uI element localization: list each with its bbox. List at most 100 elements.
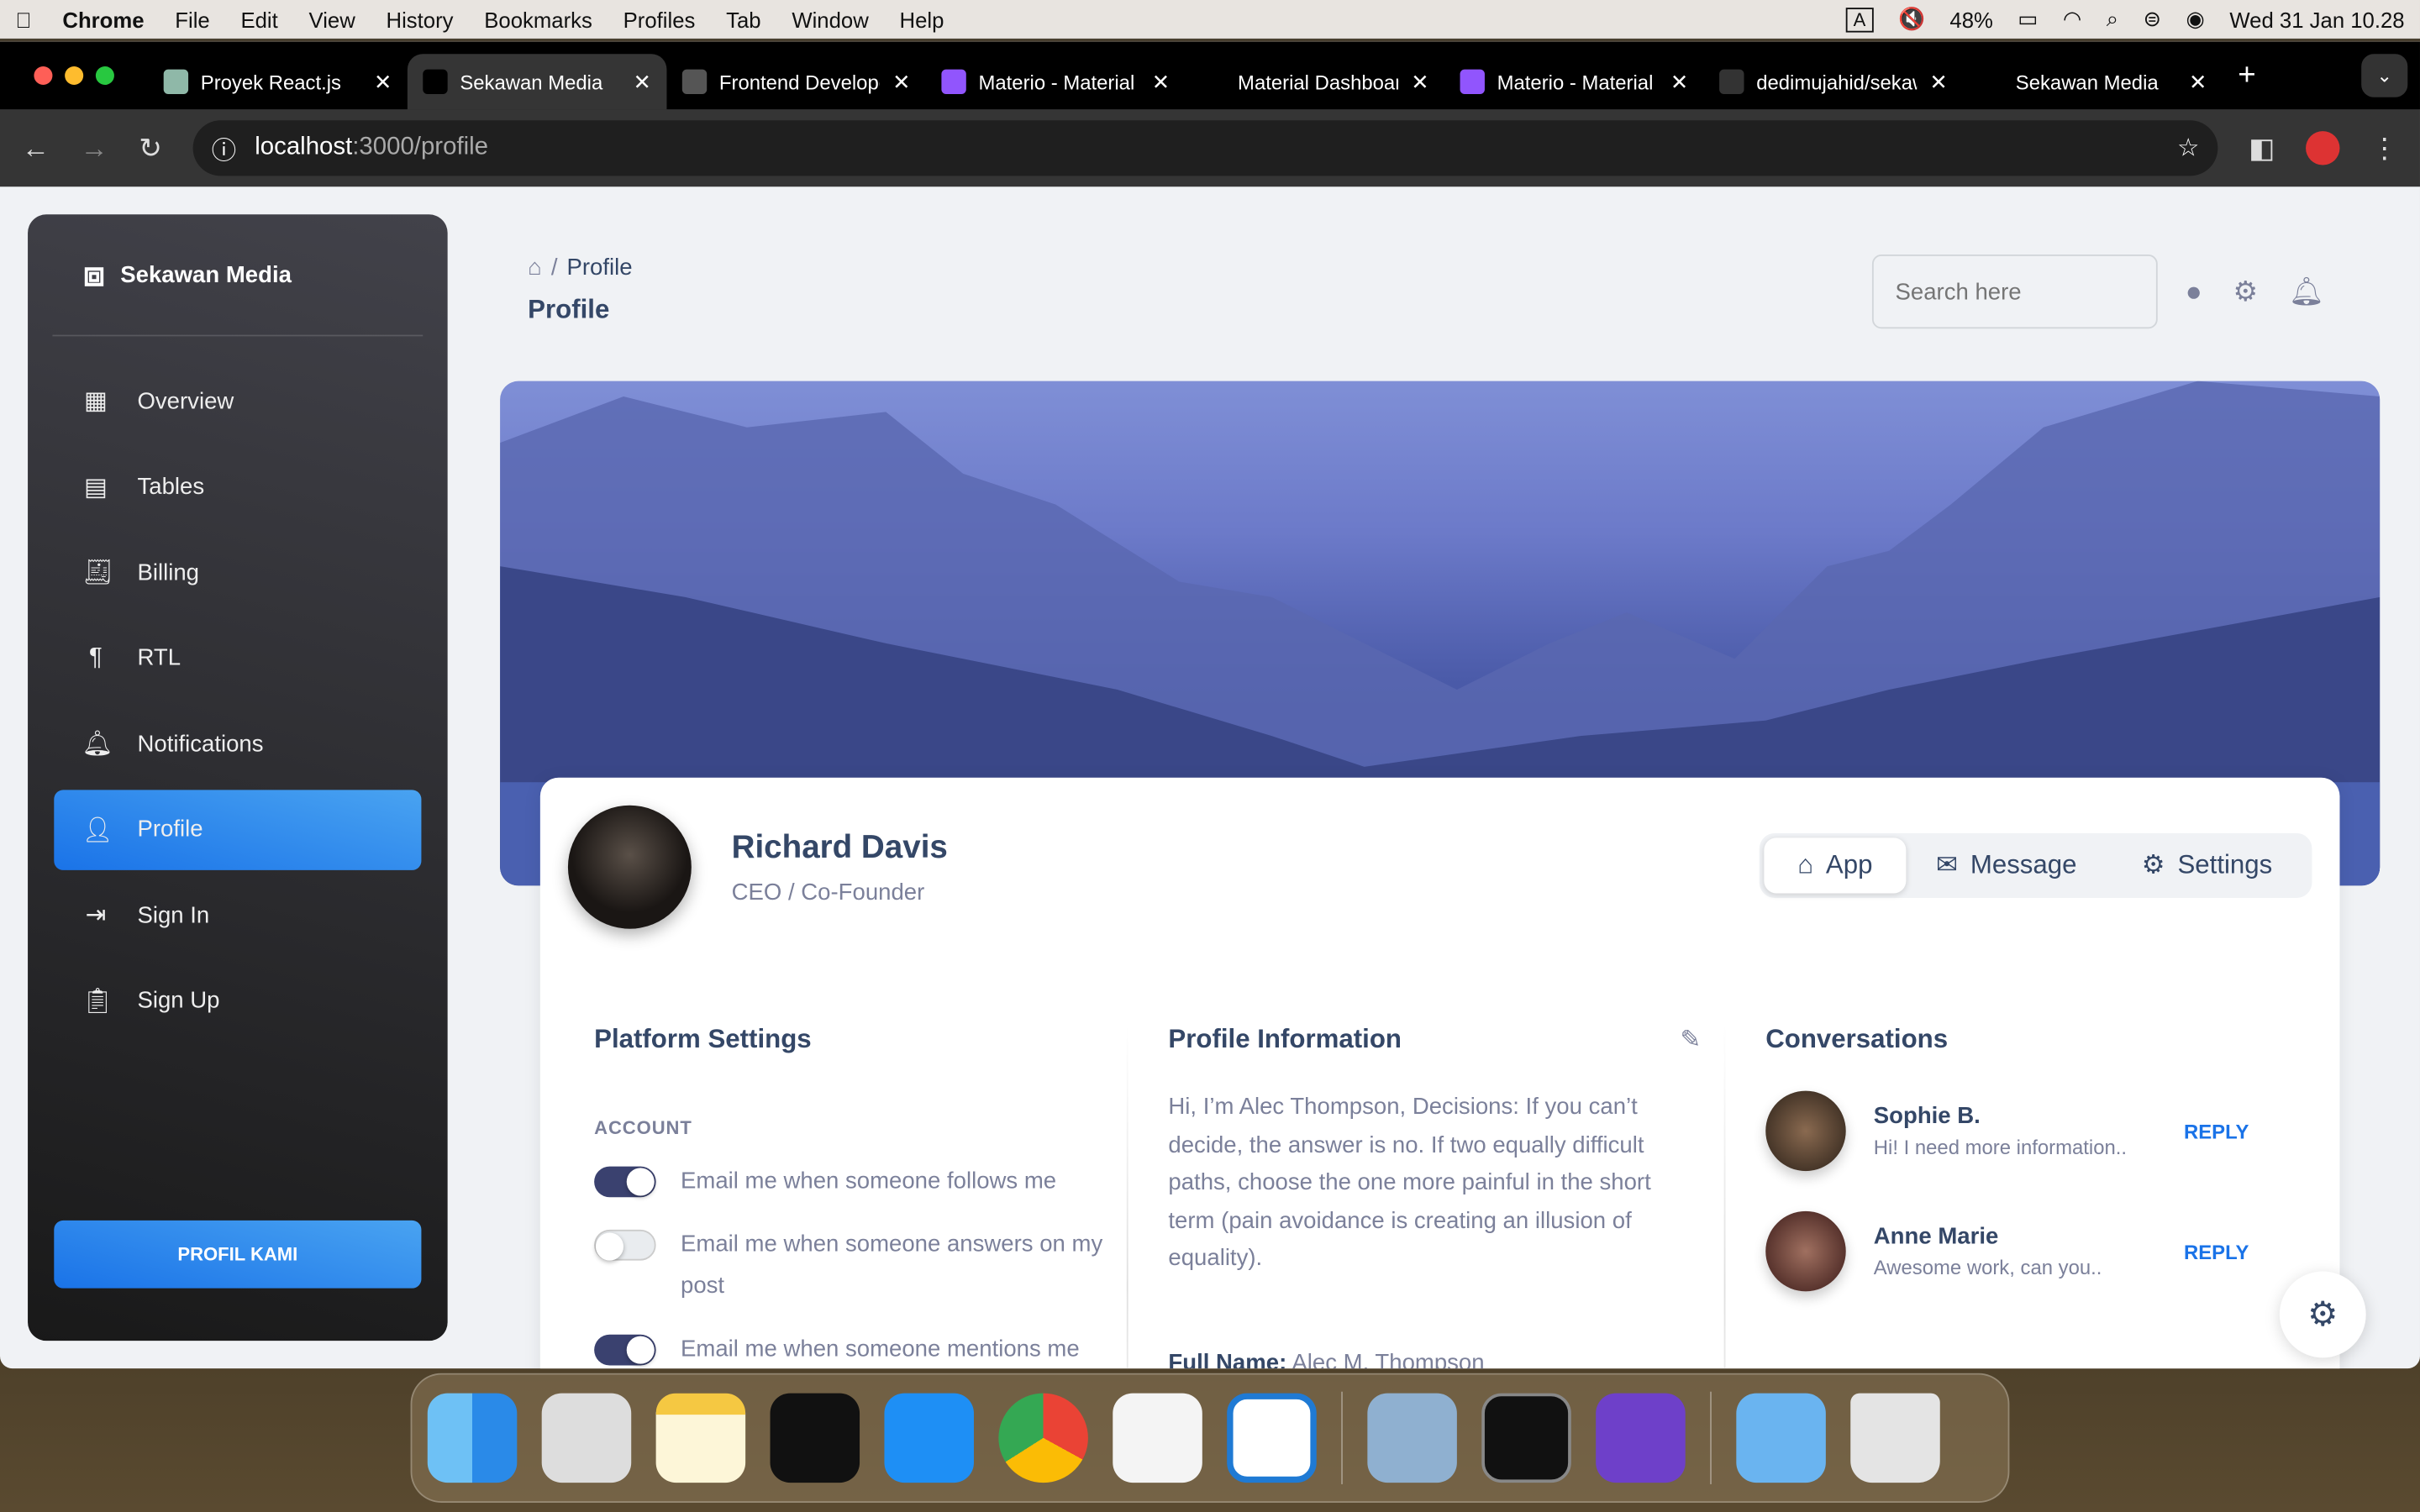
control-center-icon[interactable]: ⊜: [2144, 6, 2162, 32]
browser-tab[interactable]: dedimujahid/sekawan ✕: [1704, 54, 1964, 109]
toggle-switch[interactable]: [594, 1334, 656, 1366]
launchpad-icon[interactable]: [541, 1393, 632, 1483]
back-icon[interactable]: ←: [22, 132, 50, 165]
sidebar-item-overview[interactable]: ▦ Overview: [54, 361, 421, 442]
favicon-icon: [681, 69, 708, 95]
sidebar-item-profile[interactable]: 👤︎ Profile: [54, 789, 422, 869]
menu-profiles[interactable]: Profiles: [623, 7, 696, 31]
favicon-icon: [163, 69, 189, 95]
close-tab-icon[interactable]: ✕: [1929, 69, 1948, 95]
zoom-window-button[interactable]: [95, 66, 114, 86]
browser-tab[interactable]: Sekawan Media ✕: [407, 54, 667, 110]
forward-icon[interactable]: →: [81, 132, 108, 165]
close-tab-icon[interactable]: ✕: [892, 69, 911, 95]
clock[interactable]: Wed 31 Jan 10.28: [2229, 7, 2404, 31]
tab-label: Message: [1970, 850, 2077, 879]
browser-tab[interactable]: Sekawan Media ✕: [1963, 54, 2223, 109]
siri-icon[interactable]: ◉: [2186, 6, 2205, 32]
close-tab-icon[interactable]: ✕: [1411, 69, 1429, 95]
close-tab-icon[interactable]: ✕: [1152, 69, 1171, 95]
notifications-icon[interactable]: 🔔︎: [2289, 276, 2324, 309]
account-icon[interactable]: ●: [2186, 276, 2202, 309]
profile-information: Profile Information ✎ Hi, I’m Alec Thomp…: [1168, 1025, 1701, 1369]
apple-tv-icon[interactable]: [770, 1393, 860, 1483]
apple-icon[interactable]: : [15, 7, 31, 31]
configurator-button[interactable]: ⚙: [2279, 1271, 2366, 1358]
settings-icon[interactable]: ⚙: [2233, 276, 2259, 309]
reply-button[interactable]: REPLY: [2184, 1120, 2249, 1143]
conversations: Conversations Sophie B. Hi! I need more i…: [1765, 1025, 2275, 1296]
brand-logo-icon: ⧈: [83, 255, 105, 293]
spotlight-icon[interactable]: ⌕: [2107, 6, 2118, 32]
tab-app[interactable]: ⌂ App: [1764, 837, 1907, 894]
app-store-icon[interactable]: [884, 1393, 974, 1483]
new-tab-button[interactable]: +: [2238, 58, 2255, 93]
side-panel-icon[interactable]: ◧: [2249, 132, 2275, 165]
wifi-icon[interactable]: ◠: [2063, 6, 2081, 32]
reload-icon[interactable]: ↻: [139, 132, 162, 165]
browser-tab[interactable]: Frontend Developer ✕: [666, 54, 926, 109]
profil-kami-button[interactable]: PROFIL KAMI: [54, 1220, 422, 1289]
terminal-icon[interactable]: [1481, 1393, 1571, 1483]
sidebar-item-label: Sign Up: [137, 987, 220, 1014]
home-icon[interactable]: ⌂: [528, 255, 542, 281]
sidebar-item-billing[interactable]: 🧾︎ Billing: [54, 533, 421, 613]
format-rtl-icon: ¶: [88, 643, 103, 671]
search-input[interactable]: [1871, 255, 2158, 329]
toggle-switch[interactable]: [594, 1166, 656, 1198]
close-window-button[interactable]: [34, 66, 53, 86]
sidebar-item-notifications[interactable]: 🔔︎ Notifications: [54, 704, 421, 785]
chrome-icon[interactable]: [998, 1393, 1088, 1483]
bookmark-star-icon[interactable]: ☆: [2177, 133, 2199, 164]
reply-button[interactable]: REPLY: [2184, 1240, 2249, 1263]
sidebar-item-tables[interactable]: ▤ Tables: [54, 447, 421, 528]
menu-tab[interactable]: Tab: [726, 7, 760, 31]
menu-window[interactable]: Window: [792, 7, 868, 31]
sidebar-item-rtl[interactable]: ¶ RTL: [54, 618, 421, 699]
profile-avatar[interactable]: [2306, 131, 2340, 165]
preview-icon[interactable]: [1367, 1393, 1457, 1483]
menu-edit[interactable]: Edit: [240, 7, 277, 31]
address-bar[interactable]: ⓘ localhost:3000/profile ☆: [192, 120, 2218, 176]
conversation-item: Sophie B. Hi! I need more information.. RE…: [1765, 1086, 2275, 1176]
site-info-icon[interactable]: ⓘ: [212, 129, 236, 166]
trash-icon[interactable]: [1850, 1393, 1940, 1483]
notes-icon[interactable]: [655, 1393, 746, 1483]
close-tab-icon[interactable]: ✕: [2189, 69, 2207, 95]
menu-history[interactable]: History: [387, 7, 454, 31]
favicon-icon: [941, 69, 966, 95]
mute-icon[interactable]: 🔇: [1898, 6, 1925, 32]
menu-view[interactable]: View: [309, 7, 355, 31]
finder-icon[interactable]: [427, 1393, 518, 1483]
menu-app[interactable]: Chrome: [62, 7, 144, 31]
browser-window: Proyek React.js ✕ Sekawan Media ✕ Frontend D…: [0, 41, 2420, 1369]
tab-message[interactable]: ✉ Message: [1906, 837, 2107, 893]
menu-bookmarks[interactable]: Bookmarks: [484, 7, 592, 31]
vscode-icon[interactable]: [1227, 1393, 1317, 1483]
menu-help[interactable]: Help: [900, 7, 944, 31]
sidebar-item-sign-up[interactable]: 📋︎ Sign Up: [54, 960, 421, 1041]
platform-settings: Platform Settings ACCOUNT Email me when …: [594, 1025, 1118, 1369]
toggle-label: Email me when someone follows me: [680, 1168, 1057, 1194]
minimize-window-button[interactable]: [65, 66, 84, 86]
close-tab-icon[interactable]: ✕: [1670, 69, 1689, 95]
downloads-folder-icon[interactable]: [1736, 1393, 1826, 1483]
browser-tab[interactable]: Materio - Material ✕: [1444, 54, 1704, 109]
close-tab-icon[interactable]: ✕: [634, 69, 652, 95]
github-desktop-icon[interactable]: [1596, 1393, 1686, 1483]
browser-tab[interactable]: Material Dashboard ✕: [1186, 54, 1445, 109]
browser-tab[interactable]: Proyek React.js ✕: [148, 54, 408, 109]
tab-search-button[interactable]: ⌄: [2361, 54, 2408, 97]
menu-file[interactable]: File: [175, 7, 209, 31]
textedit-icon[interactable]: [1113, 1393, 1202, 1483]
input-source-icon[interactable]: A: [1845, 7, 1874, 32]
browser-tab[interactable]: Materio - Material ✕: [926, 54, 1186, 109]
tab-title: Materio - Material: [978, 70, 1135, 94]
more-menu-icon[interactable]: ⋮: [2370, 132, 2398, 165]
tab-settings[interactable]: ⚙ Settings: [2107, 837, 2307, 893]
edit-icon[interactable]: ✎: [1680, 1025, 1701, 1056]
battery-icon[interactable]: ▭: [2018, 6, 2038, 32]
toggle-switch[interactable]: [594, 1229, 656, 1261]
close-tab-icon[interactable]: ✕: [374, 69, 392, 95]
sidebar-item-sign-in[interactable]: ⇥ Sign In: [54, 874, 421, 955]
